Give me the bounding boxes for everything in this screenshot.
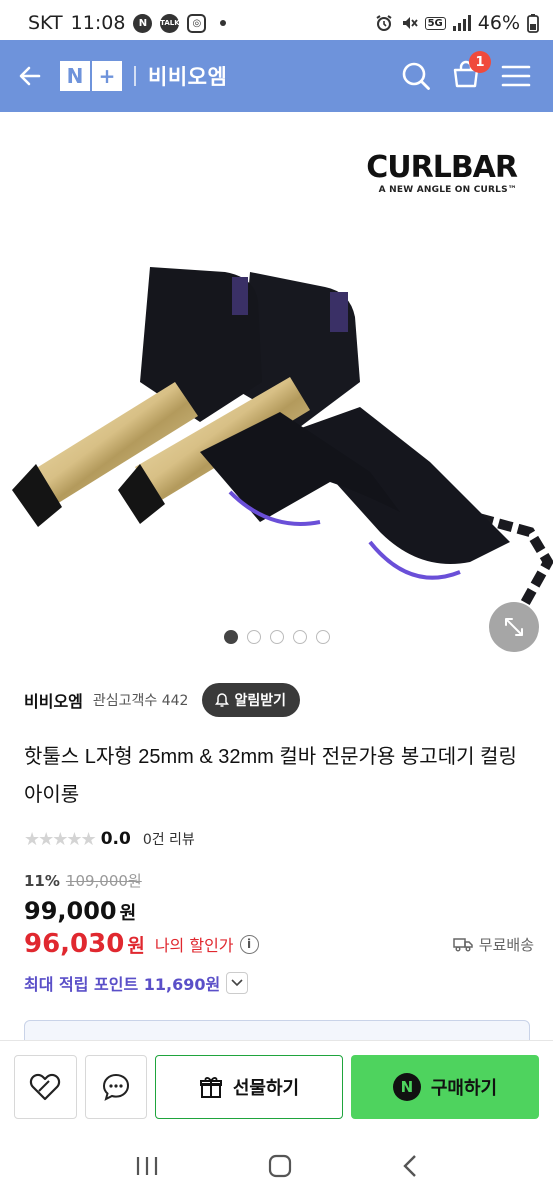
carousel-pagination: [0, 630, 553, 644]
discount-row: 11% 109,000원: [24, 870, 534, 891]
bottom-action-bar: 선물하기 N 구매하기: [0, 1040, 553, 1132]
subscribe-alert-button[interactable]: 알림받기: [202, 683, 300, 717]
talk-button[interactable]: [84, 1054, 147, 1119]
points-row[interactable]: 최대 적립 포인트 11,690원: [24, 969, 534, 997]
header-divider: [134, 66, 136, 86]
logo-plus: +: [92, 61, 122, 91]
back-nav-icon[interactable]: [400, 1153, 420, 1179]
product-photo: [12, 267, 553, 615]
carousel-dot[interactable]: [223, 630, 238, 644]
talk-notification-icon: TALK: [160, 13, 180, 33]
info-icon[interactable]: i: [239, 934, 259, 954]
store-fan-count: 관심고객수 442: [92, 693, 189, 709]
bell-plus-icon: [215, 693, 230, 707]
my-discount-unit: 원: [127, 934, 145, 957]
carrier-label: SKT: [28, 12, 63, 34]
my-discount-price: 96,030: [24, 929, 125, 959]
expand-image-button[interactable]: [489, 602, 539, 652]
curlbar-brand-logo: CURLBAR A NEW ANGLE ON CURLS™: [366, 150, 518, 195]
buy-button-label: 구매하기: [430, 1077, 498, 1099]
carousel-dot[interactable]: [246, 630, 261, 644]
more-notifications-icon: [220, 20, 227, 26]
price-value: 99,000: [24, 897, 117, 925]
mute-icon: [402, 17, 418, 29]
clock: 11:08: [70, 12, 126, 34]
review-count[interactable]: 0건 리뷰: [143, 829, 195, 849]
free-shipping-label: 무료배송: [478, 935, 534, 954]
rating-stars: ★★★★★: [24, 828, 97, 850]
product-title: 핫툴스 L자형 25mm & 32mm 컬바 전문가용 봉고데기 컬링 아이롱: [24, 746, 517, 806]
original-price: 109,000원: [65, 872, 142, 890]
home-icon[interactable]: [267, 1153, 293, 1179]
my-discount-row: 96,030 원 나의 할인가 i 무료배송: [24, 929, 534, 959]
system-navigation-bar: [0, 1132, 553, 1200]
recent-apps-icon[interactable]: [134, 1154, 160, 1178]
rating-score: 0.0: [100, 829, 131, 849]
carousel-dot[interactable]: [269, 630, 284, 644]
discount-percent: 11%: [24, 871, 60, 890]
subscribe-alert-label: 알림받기: [234, 693, 286, 709]
chevron-down-icon: [231, 979, 243, 987]
product-image-carousel[interactable]: CURLBAR A NEW ANGLE ON CURLS™: [0, 112, 553, 668]
wishlist-button[interactable]: [14, 1054, 77, 1119]
naver-notification-icon: N: [133, 13, 153, 33]
store-row: 비비오엠 관심고객수 442 알림받기: [24, 680, 534, 720]
expand-icon: [505, 618, 523, 636]
points-expand-button[interactable]: [226, 972, 249, 994]
price-unit: 원: [119, 903, 137, 924]
gift-button-label: 선물하기: [232, 1077, 300, 1099]
instagram-icon: ◎: [187, 13, 207, 33]
max-points: 최대 적립 포인트 11,690원: [24, 975, 221, 994]
free-shipping: 무료배송: [453, 934, 534, 955]
truck-icon: [453, 938, 473, 952]
search-icon[interactable]: [401, 61, 431, 91]
carousel-dot[interactable]: [315, 630, 330, 644]
battery-icon: [527, 14, 539, 33]
heart-icon: [30, 1073, 61, 1100]
product-info: 비비오엠 관심고객수 442 알림받기 핫툴스 L자형 25mm & 32mm …: [24, 680, 534, 997]
battery-level: 46%: [477, 12, 520, 34]
my-discount-label: 나의 할인가: [154, 936, 234, 955]
signal-icon: [452, 15, 471, 31]
back-arrow-icon: [19, 66, 41, 86]
alarm-icon: [376, 15, 392, 31]
price-row: 99,000 원: [24, 897, 534, 925]
brand-wordmark: CURLBAR: [366, 150, 518, 185]
gift-button[interactable]: 선물하기: [155, 1054, 343, 1119]
gift-icon: [199, 1076, 222, 1098]
brand-tagline: A NEW ANGLE ON CURLS™: [378, 185, 517, 195]
network-type: 5G: [424, 16, 446, 30]
chat-bubble-icon: [102, 1073, 129, 1101]
top-navigation-bar: N + 비비오엠 1: [0, 40, 553, 112]
rating-row[interactable]: ★★★★★ 0.0 0건 리뷰: [24, 824, 534, 854]
store-title[interactable]: 비비오엠: [148, 61, 227, 91]
cart-count-badge: 1: [469, 51, 491, 73]
store-name[interactable]: 비비오엠: [24, 688, 83, 712]
naver-plus-logo[interactable]: N +: [60, 61, 122, 91]
back-button[interactable]: [0, 40, 60, 112]
buy-button[interactable]: N 구매하기: [351, 1054, 539, 1119]
cart-button[interactable]: 1: [451, 51, 491, 93]
logo-n: N: [60, 61, 90, 91]
carousel-dot[interactable]: [292, 630, 307, 644]
naver-pay-icon: N: [392, 1072, 421, 1101]
menu-icon[interactable]: [501, 63, 531, 89]
